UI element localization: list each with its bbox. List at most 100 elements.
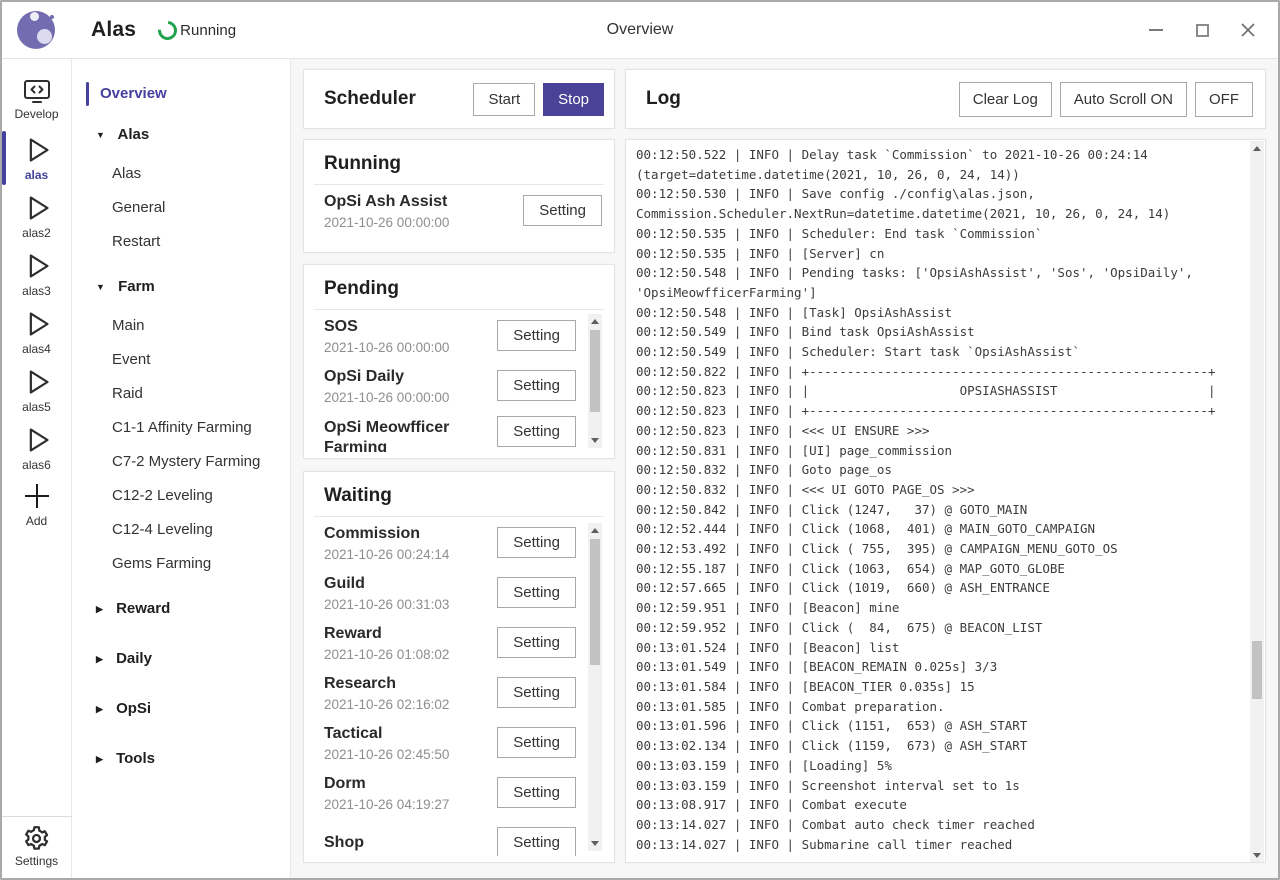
waiting-title: Waiting — [324, 485, 594, 507]
scrollbar-thumb[interactable] — [1252, 641, 1262, 699]
clear-log-button[interactable]: Clear Log — [959, 82, 1052, 117]
running-status-label: Running — [180, 22, 236, 39]
sidebar-item-gems-farming[interactable]: Gems Farming — [72, 547, 290, 581]
rail-item-develop[interactable]: Develop — [2, 71, 72, 129]
log-line: 'OpsiMeowfficerFarming'] — [636, 283, 1248, 303]
sidebar-item-c1-1-affinity-farming[interactable]: C1-1 Affinity Farming — [72, 411, 290, 445]
log-line: 00:12:50.832 | INFO | Goto page_os — [636, 460, 1248, 480]
content-area: Scheduler Start Stop Running OpSi Ash As… — [291, 59, 1278, 878]
running-spinner-icon — [154, 17, 181, 44]
sidebar-group-daily[interactable]: ▶ Daily — [72, 637, 290, 681]
app-title: Alas — [91, 18, 136, 42]
pending-scrollbar[interactable] — [588, 314, 602, 448]
log-line: 00:13:14.027 | INFO | Submarine call tim… — [636, 835, 1248, 855]
task-row: Tactical 2021-10-26 02:45:50 Setting — [304, 717, 614, 767]
rail-item-alas[interactable]: alas — [2, 129, 72, 187]
sidebar-item-restart[interactable]: Restart — [72, 225, 290, 259]
rail-item-alas4[interactable]: alas4 — [2, 303, 72, 361]
pending-title: Pending — [324, 278, 594, 300]
scroll-up-arrow-icon[interactable] — [1253, 146, 1261, 151]
setting-button[interactable]: Setting — [497, 320, 576, 351]
rail-item-add[interactable]: Add — [2, 477, 72, 535]
scroll-down-arrow-icon[interactable] — [591, 438, 599, 443]
sidebar-item-event[interactable]: Event — [72, 343, 290, 377]
task-time: 2021-10-26 00:00:00 — [324, 340, 497, 355]
maximize-button[interactable] — [1194, 22, 1210, 38]
rail-item-alas6[interactable]: alas6 — [2, 419, 72, 477]
scroll-up-arrow-icon[interactable] — [591, 528, 599, 533]
scroll-down-arrow-icon[interactable] — [1253, 853, 1261, 858]
setting-button[interactable]: Setting — [497, 677, 576, 708]
rail-item-settings[interactable]: Settings — [2, 816, 72, 878]
log-line: 00:12:50.530 | INFO | Save config ./conf… — [636, 184, 1248, 204]
rail-item-alas2[interactable]: alas2 — [2, 187, 72, 245]
setting-button[interactable]: Setting — [497, 370, 576, 401]
sidebar-item-c12-4-leveling[interactable]: C12-4 Leveling — [72, 513, 290, 547]
sidebar-group-tools[interactable]: ▶ Tools — [72, 737, 290, 781]
task-row: Guild 2021-10-26 00:31:03 Setting — [304, 567, 614, 617]
setting-button[interactable]: Setting — [497, 727, 576, 758]
scrollbar-thumb[interactable] — [590, 539, 600, 665]
close-button[interactable] — [1240, 22, 1256, 38]
sidebar-group-opsi[interactable]: ▶ OpSi — [72, 687, 290, 731]
task-name: SOS — [324, 317, 497, 337]
setting-button[interactable]: Setting — [497, 627, 576, 658]
scroll-up-arrow-icon[interactable] — [591, 319, 599, 324]
log-line: 00:12:50.548 | INFO | Pending tasks: ['O… — [636, 263, 1248, 283]
gear-icon — [23, 825, 50, 852]
task-name: Guild — [324, 574, 497, 594]
log-line: 00:13:01.524 | INFO | [Beacon] list — [636, 638, 1248, 658]
setting-button[interactable]: Setting — [497, 416, 576, 447]
start-button[interactable]: Start — [473, 83, 535, 116]
log-line: 00:12:50.832 | INFO | <<< UI GOTO PAGE_O… — [636, 480, 1248, 500]
rail-item-alas5[interactable]: alas5 — [2, 361, 72, 419]
waiting-scrollbar[interactable] — [588, 523, 602, 851]
sidebar-group-reward[interactable]: ▶ Reward — [72, 587, 290, 631]
task-time: 2021-10-26 01:08:02 — [324, 647, 497, 662]
minimize-button[interactable] — [1148, 22, 1164, 38]
setting-button[interactable]: Setting — [523, 195, 602, 226]
log-line: 00:12:50.522 | INFO | Delay task `Commis… — [636, 145, 1248, 165]
log-line: 00:12:50.823 | INFO | <<< UI ENSURE >>> — [636, 421, 1248, 441]
log-line: 00:13:02.134 | INFO | Click (1159, 673) … — [636, 736, 1248, 756]
sidebar-item-raid[interactable]: Raid — [72, 377, 290, 411]
scrollbar-thumb[interactable] — [590, 330, 600, 412]
task-row: Reward 2021-10-26 01:08:02 Setting — [304, 617, 614, 667]
sidebar-item-overview[interactable]: Overview — [72, 81, 290, 107]
task-row: Dorm 2021-10-26 04:19:27 Setting — [304, 767, 614, 817]
log-line: 00:12:50.549 | INFO | Bind task OpsiAshA… — [636, 322, 1248, 342]
log-line: 00:12:50.535 | INFO | [Server] cn — [636, 244, 1248, 264]
log-line: 00:12:55.187 | INFO | Click (1063, 654) … — [636, 559, 1248, 579]
setting-button[interactable]: Setting — [497, 777, 576, 808]
log-text: 00:12:50.522 | INFO | Delay task `Commis… — [626, 140, 1248, 862]
play-icon — [22, 308, 52, 340]
top-bar: Alas Running Overview — [2, 2, 1278, 59]
setting-button[interactable]: Setting — [497, 527, 576, 558]
rail-item-alas3[interactable]: alas3 — [2, 245, 72, 303]
waiting-card: Waiting Commission 2021-10-26 00:24:14 S… — [303, 471, 615, 863]
scheduler-title: Scheduler — [324, 88, 465, 110]
sidebar-group-alas[interactable]: ▼ Alas — [72, 113, 290, 157]
task-name: Shop — [324, 833, 497, 853]
running-title: Running — [324, 153, 594, 175]
running-card: Running OpSi Ash Assist 2021-10-26 00:00… — [303, 139, 615, 253]
setting-button[interactable]: Setting — [497, 577, 576, 608]
scroll-down-arrow-icon[interactable] — [591, 841, 599, 846]
sidebar-item-alas[interactable]: Alas — [72, 157, 290, 191]
task-time: 2021-10-26 00:24:14 — [324, 547, 497, 562]
sidebar-item-c12-2-leveling[interactable]: C12-2 Leveling — [72, 479, 290, 513]
log-line: 00:12:50.831 | INFO | [UI] page_commissi… — [636, 441, 1248, 461]
sidebar-item-c7-2-mystery-farming[interactable]: C7-2 Mystery Farming — [72, 445, 290, 479]
auto-scroll-off-button[interactable]: OFF — [1195, 82, 1253, 117]
waiting-list: Commission 2021-10-26 00:24:14 Setting G… — [304, 517, 614, 856]
sidebar-group-farm[interactable]: ▼ Farm — [72, 265, 290, 309]
task-time: 2021-10-26 00:00:00 — [324, 390, 497, 405]
log-scrollbar[interactable] — [1250, 141, 1264, 863]
sidebar-item-main[interactable]: Main — [72, 309, 290, 343]
auto-scroll-on-button[interactable]: Auto Scroll ON — [1060, 82, 1187, 117]
setting-button[interactable]: Setting — [497, 827, 576, 857]
sidebar-item-general[interactable]: General — [72, 191, 290, 225]
app-window: Alas Running Overview Develop — [0, 0, 1280, 880]
play-icon — [22, 192, 52, 224]
stop-button[interactable]: Stop — [543, 83, 604, 116]
